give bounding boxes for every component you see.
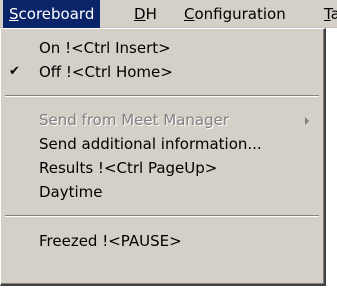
menu-item-send-additional-information[interactable]: Send additional information... [1,133,323,155]
menu-scoreboard-mnemonic: S [9,5,19,23]
menu-separator [5,215,319,217]
scoreboard-dropdown-menu: On !<Ctrl Insert> ✔ Off !<Ctrl Home> Sen… [0,28,326,286]
menu-item-daytime[interactable]: Daytime [1,181,323,203]
menu-item-on-label: On !<Ctrl Insert> [39,39,171,57]
menu-ta-label: a [330,5,337,23]
menu-dh-mnemonic: D [134,5,146,23]
menu-item-send-from-meet-manager-label: Send from Meet Manager [39,111,230,129]
menu-item-off[interactable]: ✔ Off !<Ctrl Home> [1,61,323,83]
menu-item-results[interactable]: Results !<Ctrl PageUp> [1,157,323,179]
menu-item-freezed-label: Freezed !<PAUSE> [39,232,182,250]
menu-configuration-label: onfiguration [194,5,286,23]
menu-dh-label: H [145,5,157,23]
menubar: Scoreboard DH Configuration Ta [0,0,337,28]
menu-ta[interactable]: Ta [318,0,337,28]
menu-item-daytime-label: Daytime [39,183,103,201]
menu-item-on[interactable]: On !<Ctrl Insert> [1,37,323,59]
menu-scoreboard-label: coreboard [18,5,95,23]
menu-item-results-label: Results !<Ctrl PageUp> [39,159,218,177]
menu-configuration-mnemonic: C [184,5,195,23]
menu-item-send-from-meet-manager[interactable]: Send from Meet Manager [1,109,323,131]
menu-dh[interactable]: DH [128,0,163,28]
menu-item-off-label: Off !<Ctrl Home> [39,63,173,81]
menu-configuration[interactable]: Configuration [178,0,292,28]
menu-item-send-additional-information-label: Send additional information... [39,135,262,153]
checkmark-icon: ✔ [9,64,20,79]
menu-ta-mnemonic: T [324,5,331,23]
menu-separator [5,95,319,97]
menu-scoreboard[interactable]: Scoreboard [3,0,101,28]
menu-item-freezed[interactable]: Freezed !<PAUSE> [1,230,323,252]
submenu-arrow-icon [305,117,309,125]
